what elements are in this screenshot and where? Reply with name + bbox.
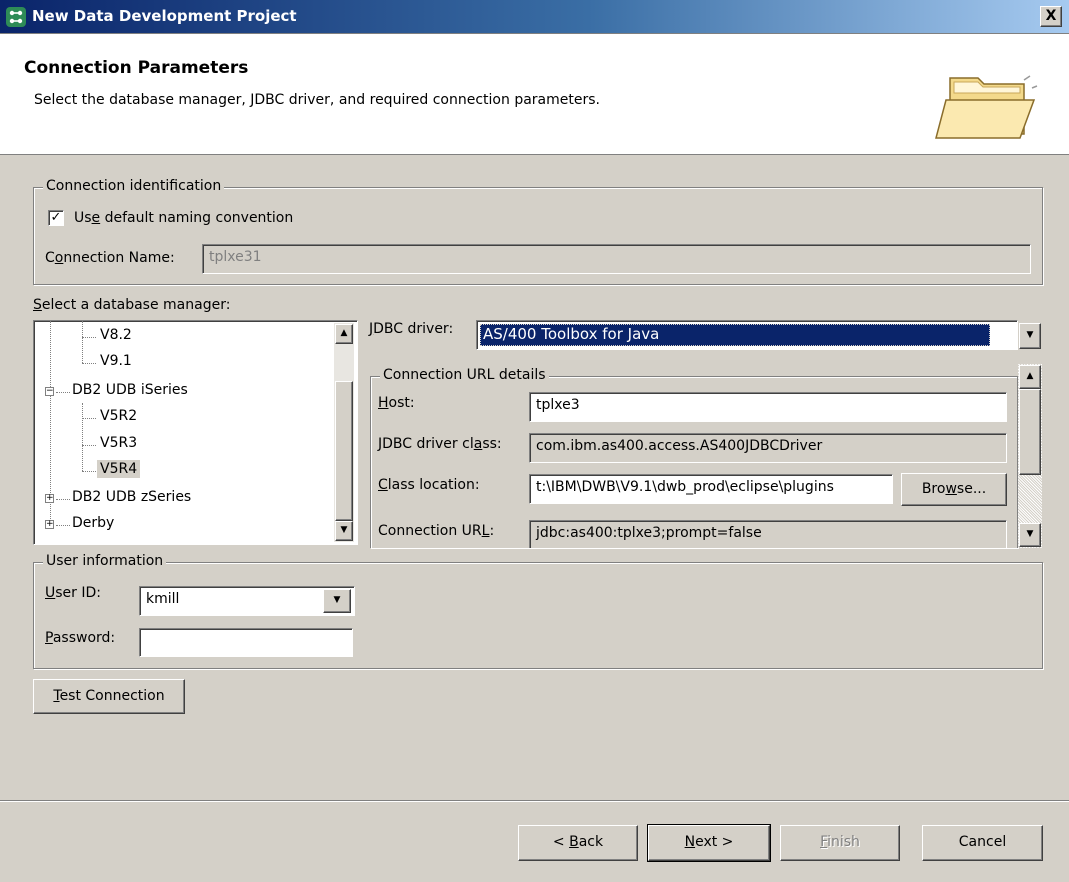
tree-branch xyxy=(82,418,96,419)
window-title: New Data Development Project xyxy=(32,7,297,25)
use-default-label-pre: Us xyxy=(74,210,92,226)
password-label-post: assword: xyxy=(52,630,116,646)
url-details-scroll-thumb[interactable] xyxy=(1019,389,1041,475)
collapse-icon[interactable]: − xyxy=(45,387,54,396)
tree-item[interactable]: V9.1 xyxy=(100,353,132,369)
connection-identification-legend: Connection identification xyxy=(43,178,225,194)
connection-url-label-pre: Connection UR xyxy=(378,523,482,539)
database-manager-label: Select a database manager: xyxy=(33,297,230,313)
back-button[interactable]: < Back xyxy=(518,825,638,861)
connection-name-field[interactable]: tplxe31 xyxy=(202,244,1031,274)
tree-item[interactable]: V5R3 xyxy=(100,435,137,451)
scroll-down-icon[interactable]: ▼ xyxy=(335,521,353,541)
database-manager-label-post: elect a database manager: xyxy=(41,297,231,313)
driver-class-label: JDBC driver class: xyxy=(378,436,502,452)
next-label-mnemonic: N xyxy=(684,834,696,850)
chevron-down-icon[interactable]: ▼ xyxy=(323,589,351,613)
expand-icon[interactable]: + xyxy=(45,520,54,529)
jdbc-driver-value: AS/400 Toolbox for Java xyxy=(480,324,990,346)
finish-label-post: inish xyxy=(827,834,860,850)
chevron-down-icon[interactable]: ▼ xyxy=(1019,323,1041,349)
driver-class-label-pre: JDBC driver cl xyxy=(378,436,474,452)
footer-divider xyxy=(0,800,1069,802)
scroll-up-icon[interactable]: ▲ xyxy=(1019,365,1041,389)
tree-guide-db2-iseries xyxy=(82,403,83,471)
use-default-naming-label[interactable]: Use default naming convention xyxy=(74,210,293,226)
tree-scroll-thumb[interactable] xyxy=(335,381,353,521)
test-connection-label-post: est Connection xyxy=(59,688,165,704)
browse-button[interactable]: Browse... xyxy=(901,473,1007,506)
finish-button[interactable]: Finish xyxy=(780,825,900,861)
open-folder-icon xyxy=(935,75,1038,139)
driver-class-field[interactable]: com.ibm.as400.access.AS400JDBCDriver xyxy=(529,433,1007,463)
jdbc-driver-dropdown[interactable]: AS/400 Toolbox for Java xyxy=(476,320,1018,350)
user-information-legend: User information xyxy=(43,553,167,569)
driver-class-label-post: ss: xyxy=(482,436,502,452)
tree-item[interactable]: V5R2 xyxy=(100,408,137,424)
tree-item[interactable]: Derby xyxy=(72,515,114,531)
connection-name-label-post: nnection Name: xyxy=(63,250,175,266)
host-label-mnemonic: H xyxy=(378,395,389,411)
scroll-down-icon[interactable]: ▼ xyxy=(1019,523,1041,547)
tree-branch xyxy=(82,445,96,446)
host-label-post: ost: xyxy=(388,395,415,411)
class-location-label-post: lass location: xyxy=(387,477,480,493)
tree-branch xyxy=(82,363,96,364)
back-label-pre: < xyxy=(552,834,570,850)
use-default-label-mnemonic: e xyxy=(91,210,101,226)
expand-icon[interactable]: + xyxy=(45,494,54,503)
back-label-post: ack xyxy=(578,834,604,850)
connection-name-label: Connection Name: xyxy=(45,250,175,266)
tree-branch xyxy=(82,471,96,472)
password-field[interactable] xyxy=(139,628,353,657)
connection-url-details-legend: Connection URL details xyxy=(380,367,549,383)
browse-label-mnemonic: w xyxy=(945,481,957,497)
browse-label-pre: Bro xyxy=(921,481,946,497)
page-description: Select the database manager, JDBC driver… xyxy=(34,92,600,108)
class-location-label-mnemonic: C xyxy=(378,477,388,493)
password-label-mnemonic: P xyxy=(45,630,53,646)
user-id-label-post: ser ID: xyxy=(55,585,101,601)
tree-item[interactable]: DB2 UDB zSeries xyxy=(72,489,191,505)
tree-item[interactable]: DB2 UDB iSeries xyxy=(72,382,188,398)
connection-url-label-post: : xyxy=(489,523,495,539)
test-connection-button[interactable]: Test Connection xyxy=(33,679,185,714)
close-button[interactable]: X xyxy=(1040,6,1062,27)
user-id-label-mnemonic: U xyxy=(45,585,56,601)
password-label: Password: xyxy=(45,630,115,646)
app-icon xyxy=(6,7,26,27)
browse-label-post: se... xyxy=(956,481,987,497)
use-default-label-post: default naming convention xyxy=(100,210,294,226)
tree-branch xyxy=(82,337,96,338)
database-manager-label-mnemonic: S xyxy=(33,297,42,313)
host-label: Host: xyxy=(378,395,415,411)
tree-guide-db2-luw xyxy=(82,321,83,363)
tree-item-selected[interactable]: V5R4 xyxy=(97,460,141,478)
connection-url-label: Connection URL: xyxy=(378,523,494,539)
tree-branch xyxy=(56,525,70,526)
scroll-up-icon[interactable]: ▲ xyxy=(335,324,353,344)
connection-name-label-pre: C xyxy=(45,250,55,266)
class-location-field[interactable]: t:\IBM\DWB\V9.1\dwb_prod\eclipse\plugins xyxy=(529,474,893,504)
next-label-post: ext > xyxy=(695,834,734,850)
jdbc-driver-label: JDBC driver: xyxy=(369,321,453,337)
page-title: Connection Parameters xyxy=(24,58,249,78)
jdbc-driver-label-post: DBC driver: xyxy=(373,321,454,337)
back-label-mnemonic: B xyxy=(569,834,579,850)
cancel-button[interactable]: Cancel xyxy=(922,825,1043,861)
connection-url-field[interactable]: jdbc:as400:tplxe3;prompt=false xyxy=(529,520,1007,548)
tree-branch xyxy=(56,499,70,500)
database-manager-tree[interactable]: V8.2 V9.1 − DB2 UDB iSeries V5R2 V5R3 V5… xyxy=(33,320,358,545)
class-location-label: Class location: xyxy=(378,477,480,493)
user-id-label: User ID: xyxy=(45,585,101,601)
next-button[interactable]: Next > xyxy=(647,824,771,862)
tree-branch xyxy=(56,392,70,393)
tree-item[interactable]: V8.2 xyxy=(100,327,132,343)
host-field[interactable]: tplxe3 xyxy=(529,392,1007,422)
use-default-naming-checkbox[interactable]: ✓ xyxy=(48,210,64,226)
